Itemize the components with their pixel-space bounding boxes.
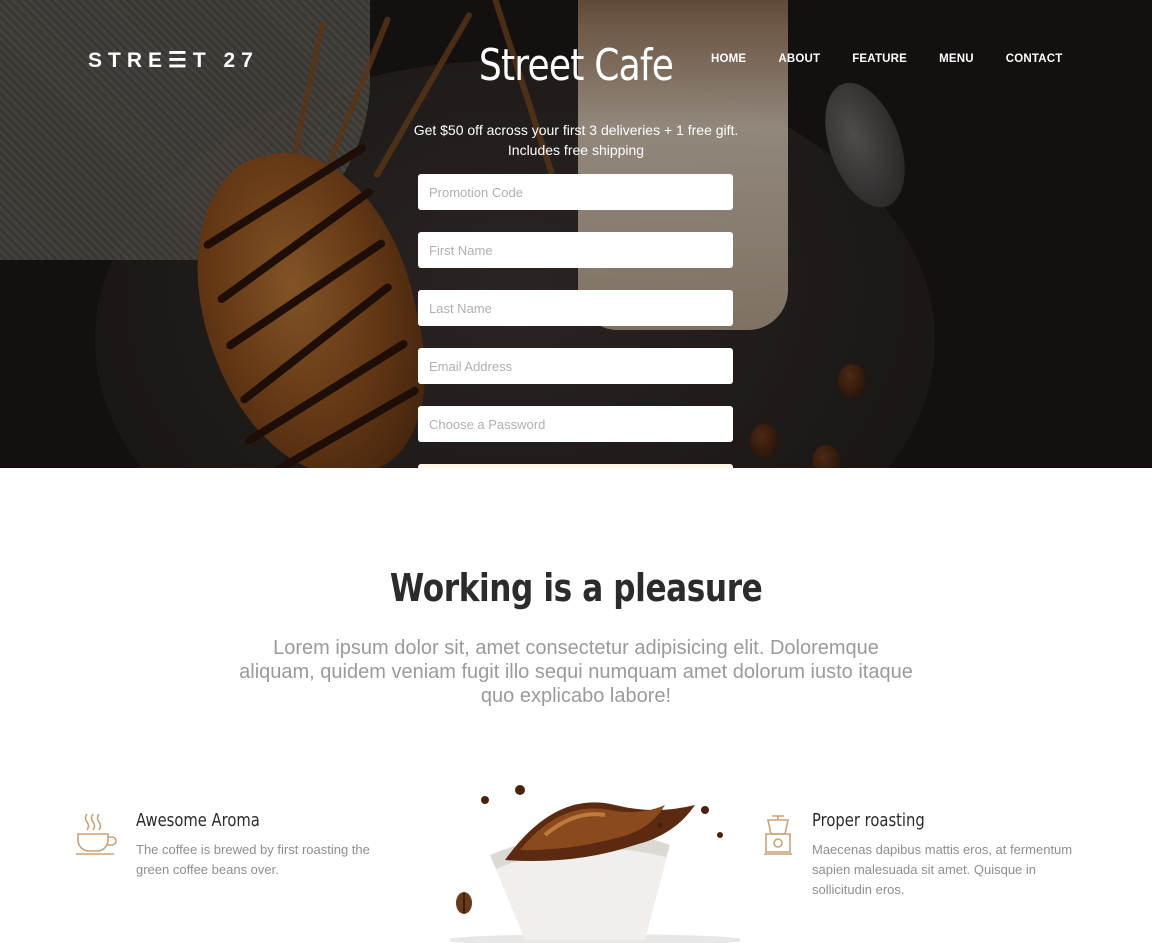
- coffee-splash-image: [445, 780, 745, 943]
- section-description: Lorem ipsum dolor sit, amet consectetur …: [239, 637, 913, 707]
- coffee-cup-icon: [72, 810, 120, 858]
- promo-line-1: Get $50 off across your first 3 deliveri…: [413, 122, 739, 138]
- nav-feature[interactable]: FEATURE: [852, 53, 907, 65]
- last-name-input[interactable]: [418, 290, 733, 326]
- promo-text: Get $50 off across your first 3 deliveri…: [0, 120, 1152, 160]
- promotion-code-input[interactable]: [418, 174, 733, 210]
- signup-form: [418, 174, 733, 468]
- promo-line-2: Includes free shipping: [507, 142, 645, 158]
- main-nav: HOME ABOUT FEATURE MENU CONTACT: [711, 53, 1095, 65]
- section-title-text: Working is a pleasure: [389, 566, 763, 610]
- hero-section: STRE☰T 27 Street Cafe HOME ABOUT FEATURE…: [0, 0, 1152, 468]
- feature-text: Maecenas dapibus mattis eros, at ferment…: [812, 842, 1073, 897]
- nav-menu[interactable]: MENU: [939, 53, 974, 65]
- first-name-input[interactable]: [418, 232, 733, 268]
- site-title: Street Cafe: [478, 40, 674, 91]
- feature-roasting: Proper roasting Maecenas dapibus mattis …: [760, 810, 1080, 910]
- nav-home[interactable]: HOME: [711, 53, 746, 65]
- section-title: Working is a pleasure: [0, 566, 1152, 610]
- email-input[interactable]: [418, 348, 733, 384]
- coffee-grinder-icon: [760, 810, 808, 858]
- feature-text: The coffee is brewed by first roasting t…: [136, 842, 370, 877]
- nav-contact[interactable]: CONTACT: [1006, 53, 1063, 65]
- feature-title: Awesome Aroma: [136, 810, 260, 831]
- feature-aroma: Awesome Aroma The coffee is brewed by fi…: [72, 810, 392, 900]
- password-input[interactable]: [418, 406, 733, 442]
- submit-button[interactable]: [418, 464, 733, 468]
- nav-about[interactable]: ABOUT: [778, 53, 820, 65]
- feature-title: Proper roasting: [812, 810, 925, 831]
